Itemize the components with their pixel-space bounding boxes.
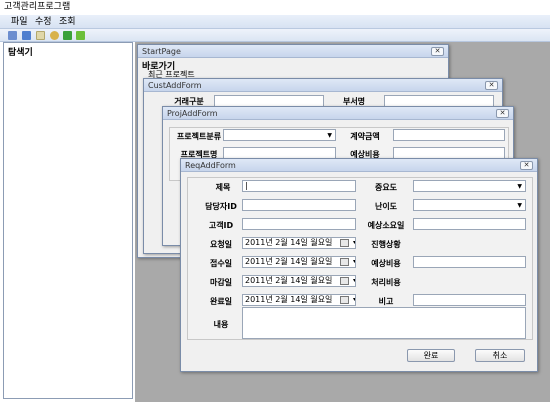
- req-est-cost-input[interactable]: [413, 256, 526, 268]
- req-note-label: 비고: [378, 297, 394, 306]
- req-cancel-button[interactable]: 취소: [475, 349, 525, 362]
- req-content-label: 내용: [213, 320, 229, 329]
- req-est-days-input[interactable]: [413, 218, 526, 230]
- req-progress-label: 진행상황: [371, 240, 401, 249]
- req-due-date-picker[interactable]: 2011년 2월 14일 월요일 ▾: [242, 275, 356, 287]
- close-icon[interactable]: ✕: [485, 81, 498, 90]
- req-receipt-date-label: 접수일: [209, 259, 233, 268]
- req-completion-date-value: 2011년 2월 14일 월요일: [245, 295, 333, 304]
- calendar-icon[interactable]: [340, 277, 349, 285]
- proj-category-label: 프로젝트분류: [176, 132, 222, 141]
- proj-form-caption: ProjAddForm: [163, 107, 513, 120]
- search-icon[interactable]: [50, 31, 59, 40]
- menu-edit[interactable]: 수정: [32, 15, 55, 29]
- explorer-panel: 탐색기: [3, 42, 133, 399]
- req-receipt-date-picker[interactable]: 2011년 2월 14일 월요일 ▾: [242, 256, 356, 268]
- app-title: 고객관리프로그램: [4, 2, 71, 12]
- req-note-input[interactable]: [413, 294, 526, 306]
- req-due-date-value: 2011년 2월 14일 월요일: [245, 276, 333, 285]
- calendar-icon[interactable]: [340, 239, 349, 247]
- req-request-date-picker[interactable]: 2011년 2월 14일 월요일 ▾: [242, 237, 356, 249]
- save-icon[interactable]: [22, 31, 31, 40]
- req-owner-label: 담당자ID: [205, 202, 237, 211]
- req-content-textarea[interactable]: [242, 307, 526, 339]
- calendar-icon[interactable]: [340, 296, 349, 304]
- window-title-bar: 고객관리프로그램: [0, 0, 550, 15]
- menu-file[interactable]: 파일: [8, 15, 31, 29]
- toolbar: [0, 29, 550, 42]
- req-subject-input[interactable]: |: [242, 180, 356, 192]
- req-est-days-label: 예상소요일: [367, 221, 405, 230]
- close-icon[interactable]: ✕: [520, 161, 533, 170]
- req-importance-dropdown[interactable]: ▼: [413, 180, 526, 192]
- proj-amount-label: 계약금액: [350, 132, 380, 141]
- menu-bar: 파일 수정 조회: [0, 15, 550, 29]
- req-completion-date-label: 완료일: [209, 297, 233, 306]
- req-subject-label: 제목: [215, 183, 231, 192]
- req-difficulty-dropdown[interactable]: ▼: [413, 199, 526, 211]
- req-request-date-value: 2011년 2월 14일 월요일: [245, 238, 333, 247]
- req-owner-input[interactable]: [242, 199, 356, 211]
- proj-amount-input[interactable]: [393, 129, 505, 141]
- proj-category-dropdown[interactable]: ▼: [223, 129, 336, 141]
- req-form-caption: ReqAddForm: [181, 159, 537, 172]
- explorer-title: 탐색기: [8, 48, 33, 58]
- req-receipt-date-value: 2011년 2월 14일 월요일: [245, 257, 333, 266]
- forward-arrow-icon[interactable]: [63, 31, 72, 40]
- close-icon[interactable]: ✕: [431, 47, 444, 56]
- close-icon[interactable]: ✕: [496, 109, 509, 118]
- req-importance-label: 중요도: [374, 183, 398, 192]
- req-due-date-label: 마감일: [209, 278, 233, 287]
- check-arrow-icon[interactable]: [76, 31, 85, 40]
- req-add-form-window: ReqAddForm ✕ 제목 | 중요도 ▼ 담당자ID 난이도 ▼ 고객ID…: [180, 158, 538, 372]
- calendar-icon[interactable]: [340, 258, 349, 266]
- req-completion-date-picker[interactable]: 2011년 2월 14일 월요일 ▾: [242, 294, 356, 306]
- req-request-date-label: 요청일: [209, 240, 233, 249]
- open-folder-icon[interactable]: [8, 31, 17, 40]
- req-processing-cost-label: 처리비용: [371, 278, 401, 287]
- req-est-cost-label: 예상비용: [371, 259, 401, 268]
- menu-view[interactable]: 조회: [56, 15, 79, 29]
- cust-form-caption: CustAddForm: [144, 79, 502, 92]
- req-difficulty-label: 난이도: [374, 202, 398, 211]
- document-icon[interactable]: [36, 31, 45, 40]
- req-ok-button[interactable]: 완료: [407, 349, 455, 362]
- start-page-caption: StartPage: [138, 45, 448, 58]
- req-customer-input[interactable]: [242, 218, 356, 230]
- req-customer-label: 고객ID: [208, 221, 234, 230]
